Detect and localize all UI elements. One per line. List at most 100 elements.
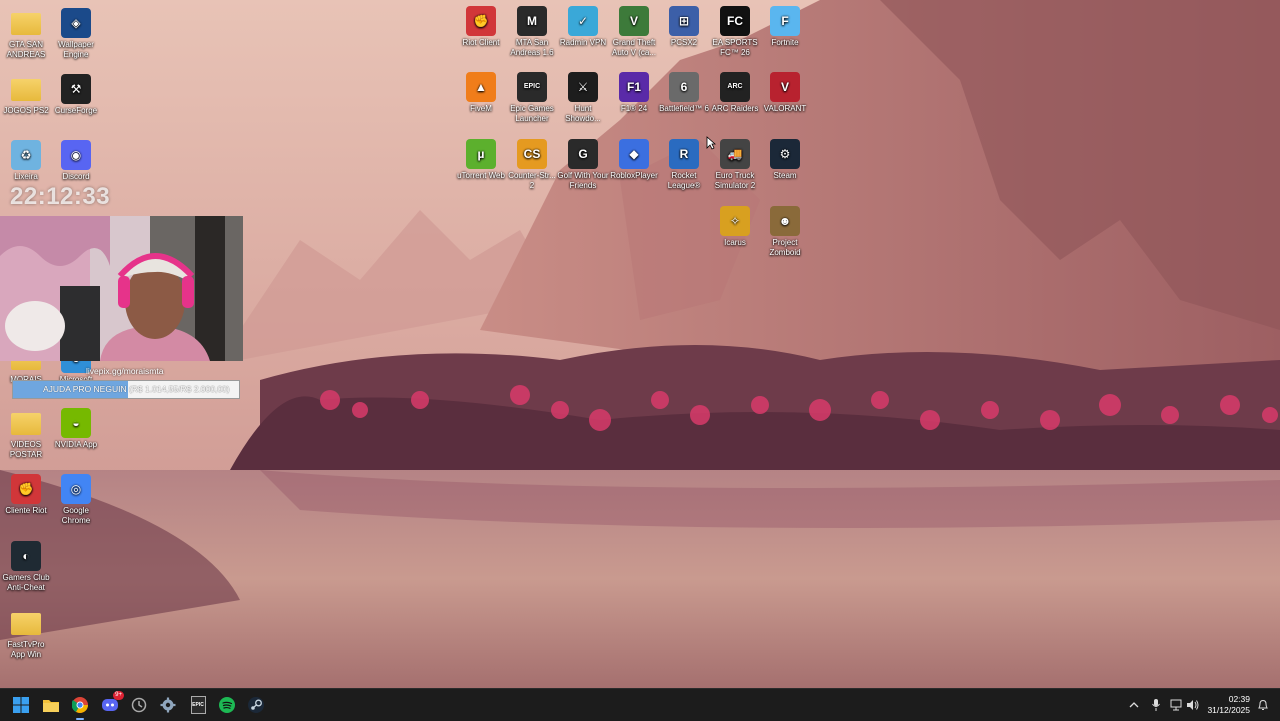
epic-games-icon[interactable]: EPIC <box>186 693 210 717</box>
shortcut-label: Cliente Riot <box>5 506 47 515</box>
desktop-shortcut-pcsx2[interactable]: ⊞ PCSX2 <box>658 6 710 48</box>
steam-icon: ⚙ <box>770 139 800 169</box>
livepix-url-label: livepix.gg/moraismta <box>86 366 164 376</box>
desktop-shortcut-icarus[interactable]: ✧ Icarus <box>709 206 761 248</box>
shortcut-label: Riot Client <box>462 38 500 47</box>
desktop-shortcut-chrome[interactable]: ◎ Google Chrome <box>50 474 102 526</box>
spotify-icon[interactable] <box>215 693 239 717</box>
volume-icon[interactable] <box>1186 697 1200 713</box>
discord-icon[interactable]: 9+ <box>98 691 124 717</box>
gamers-club-icon: ◐ <box>11 541 41 571</box>
desktop-shortcut-discord[interactable]: ◉ Discord <box>50 140 102 182</box>
stream-clock-overlay: 22:12:33 <box>10 183 111 210</box>
desktop-shortcut-cs2[interactable]: CS Counter-Str... 2 <box>506 139 558 191</box>
desktop-shortcut-radmin[interactable]: ✓ Radmin VPN <box>557 6 609 48</box>
shortcut-label: Euro Truck Simulator 2 <box>714 171 756 190</box>
desktop-shortcut-folder[interactable]: FastTvPro App Win <box>0 608 52 660</box>
roblox-icon: ◆ <box>619 139 649 169</box>
desktop-shortcut-epic-games[interactable]: EPIC Epic Games Launcher <box>506 72 558 124</box>
ets2-icon: 🚚 <box>720 139 750 169</box>
desktop-shortcut-gamers-club[interactable]: ◐ Gamers Club Anti-Cheat <box>0 541 52 593</box>
chevron-up-icon[interactable] <box>1127 697 1141 713</box>
shortcut-label: uTorrent Web <box>457 171 505 180</box>
taskbar: 9+ EPIC 02:39 31/12/2025 <box>0 688 1280 721</box>
file-explorer-icon[interactable] <box>39 693 63 717</box>
icarus-icon: ✧ <box>720 206 750 236</box>
desktop-shortcut-zomboid[interactable]: ☻ Project Zomboid <box>759 206 811 258</box>
desktop-shortcut-curseforge[interactable]: ⚒ CurseForge <box>50 74 102 116</box>
desktop-shortcut-arc-raiders[interactable]: ARC ARC Raiders <box>709 72 761 114</box>
desktop-shortcut-mta[interactable]: M MTA San Andreas 1.6 <box>506 6 558 58</box>
desktop-shortcut-ea-fc[interactable]: FC EA SPORTS FC™ 26 <box>709 6 761 58</box>
shortcut-label: Discord <box>62 172 90 181</box>
gta-v-icon: V <box>619 6 649 36</box>
shortcut-label: Hunt Showdo... <box>565 104 601 123</box>
desktop-shortcut-folder[interactable]: JOGOS PS2 <box>0 74 52 116</box>
shortcut-label: Rocket League® <box>667 171 701 190</box>
shortcut-label: Lixeira <box>14 172 38 181</box>
webcam-overlay <box>0 216 243 361</box>
recycle-bin-icon: ♻ <box>11 140 41 170</box>
desktop-shortcut-recycle-bin[interactable]: ♻ Lixeira <box>0 140 52 182</box>
microphone-icon[interactable] <box>1149 697 1163 713</box>
desktop-shortcut-ets2[interactable]: 🚚 Euro Truck Simulator 2 <box>709 139 761 191</box>
network-icon[interactable] <box>1170 697 1184 713</box>
desktop-shortcut-rocket-league[interactable]: R Rocket League® <box>658 139 710 191</box>
shortcut-label: NVIDIA App <box>54 440 98 449</box>
shortcut-label: RobloxPlayer <box>610 171 658 180</box>
desktop-shortcut-fivem[interactable]: ▲ FiveM <box>455 72 507 114</box>
taskbar-time: 02:39 <box>1228 694 1250 704</box>
golf-icon: G <box>568 139 598 169</box>
shortcut-label: CurseForge <box>54 106 98 115</box>
shortcut-label: Battlefield™ 6 <box>659 104 709 113</box>
discord-icon: ◉ <box>61 140 91 170</box>
desktop-shortcut-fortnite[interactable]: F Fortnite <box>759 6 811 48</box>
desktop-shortcut-nvidia[interactable]: ◒ NVIDIA App <box>50 408 102 450</box>
desktop-shortcut-battlefield[interactable]: 6 Battlefield™ 6 <box>658 72 710 114</box>
shortcut-label: Gamers Club Anti-Cheat <box>2 573 50 592</box>
desktop-shortcut-f1[interactable]: F1 F1® 24 <box>608 72 660 114</box>
desktop-shortcut-folder[interactable]: VIDEOS POSTAR <box>0 408 52 460</box>
mta-icon: M <box>517 6 547 36</box>
folder-icon <box>11 13 41 35</box>
steam-icon[interactable] <box>244 693 268 717</box>
desktop-shortcut-wallpaper-engine[interactable]: ◈ Wallpaper Engine <box>50 8 102 60</box>
radmin-icon: ✓ <box>568 6 598 36</box>
fivem-icon: ▲ <box>466 72 496 102</box>
arc-raiders-icon: ARC <box>720 72 750 102</box>
shortcut-label: Project Zomboid <box>769 238 801 257</box>
settings-icon[interactable] <box>156 693 180 717</box>
shortcut-label: Radmin VPN <box>559 38 607 47</box>
desktop-shortcut-valorant[interactable]: V VALORANT <box>759 72 811 114</box>
f1-icon: F1 <box>619 72 649 102</box>
desktop-shortcut-folder[interactable]: GTA SAN ANDREAS <box>0 8 52 60</box>
donation-goal-text: AJUDA PRO NEGUIN (R$ 1.014,55/R$ 2.000,0… <box>43 384 230 394</box>
desktop-shortcut-hunt[interactable]: ⚔ Hunt Showdo... <box>557 72 609 124</box>
taskbar-clock[interactable]: 02:39 31/12/2025 <box>1207 694 1250 716</box>
desktop-shortcut-steam[interactable]: ⚙ Steam <box>759 139 811 181</box>
folder-icon <box>11 413 41 435</box>
cs2-icon: CS <box>517 139 547 169</box>
windows-start-icon[interactable] <box>9 693 33 717</box>
desktop-shortcut-utorrent[interactable]: µ uTorrent Web <box>455 139 507 181</box>
shortcut-label: Fortnite <box>771 38 799 47</box>
desktop-shortcut-riot[interactable]: ✊ Cliente Riot <box>0 474 52 516</box>
chrome-icon[interactable] <box>68 693 92 720</box>
shortcut-label: FiveM <box>470 104 492 113</box>
hunt-icon: ⚔ <box>568 72 598 102</box>
desktop-shortcut-golf[interactable]: G Golf With Your Friends <box>557 139 609 191</box>
mouse-cursor-icon <box>706 136 716 150</box>
valorant-icon: V <box>770 72 800 102</box>
desktop-shortcut-riot[interactable]: ✊ Riot Client <box>455 6 507 48</box>
utorrent-icon: µ <box>466 139 496 169</box>
folder-icon <box>11 613 41 635</box>
curseforge-icon: ⚒ <box>61 74 91 104</box>
shortcut-label: Counter-Str... 2 <box>508 171 556 190</box>
clock-app-icon[interactable] <box>127 693 151 717</box>
notification-bell-icon[interactable] <box>1256 697 1270 713</box>
desktop-shortcut-gta-v[interactable]: V Grand Theft Auto V (ca... <box>608 6 660 58</box>
riot-icon: ✊ <box>11 474 41 504</box>
desktop-shortcut-roblox[interactable]: ◆ RobloxPlayer <box>608 139 660 181</box>
shortcut-label: PCSX2 <box>670 38 698 47</box>
riot-icon: ✊ <box>466 6 496 36</box>
